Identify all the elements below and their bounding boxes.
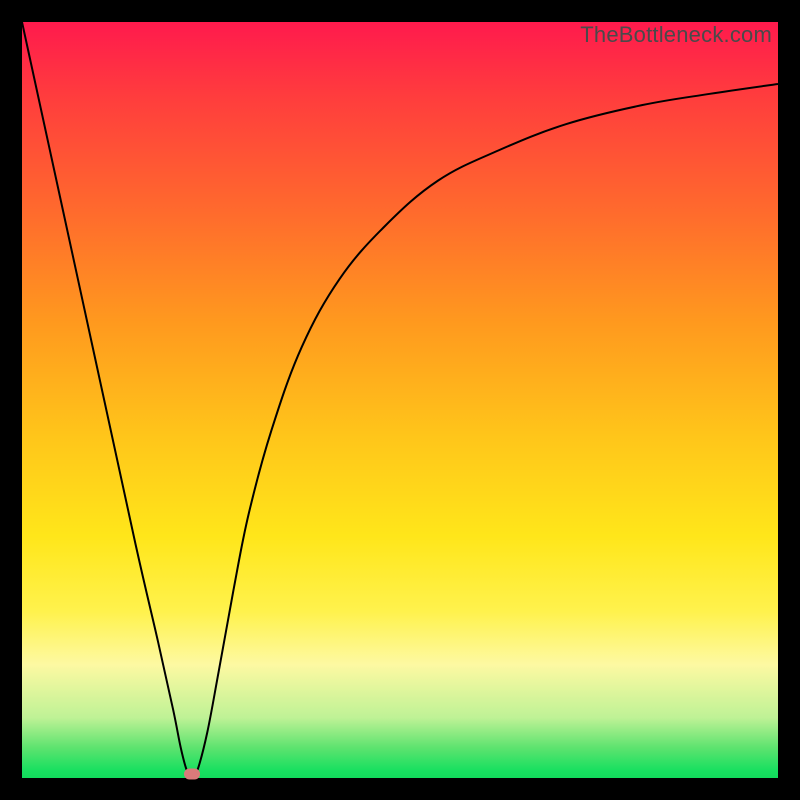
- chart-frame: TheBottleneck.com: [0, 0, 800, 800]
- bottleneck-curve-path: [22, 22, 778, 778]
- curve-svg: [22, 22, 778, 778]
- plot-area: TheBottleneck.com: [22, 22, 778, 778]
- minimum-marker: [184, 769, 200, 780]
